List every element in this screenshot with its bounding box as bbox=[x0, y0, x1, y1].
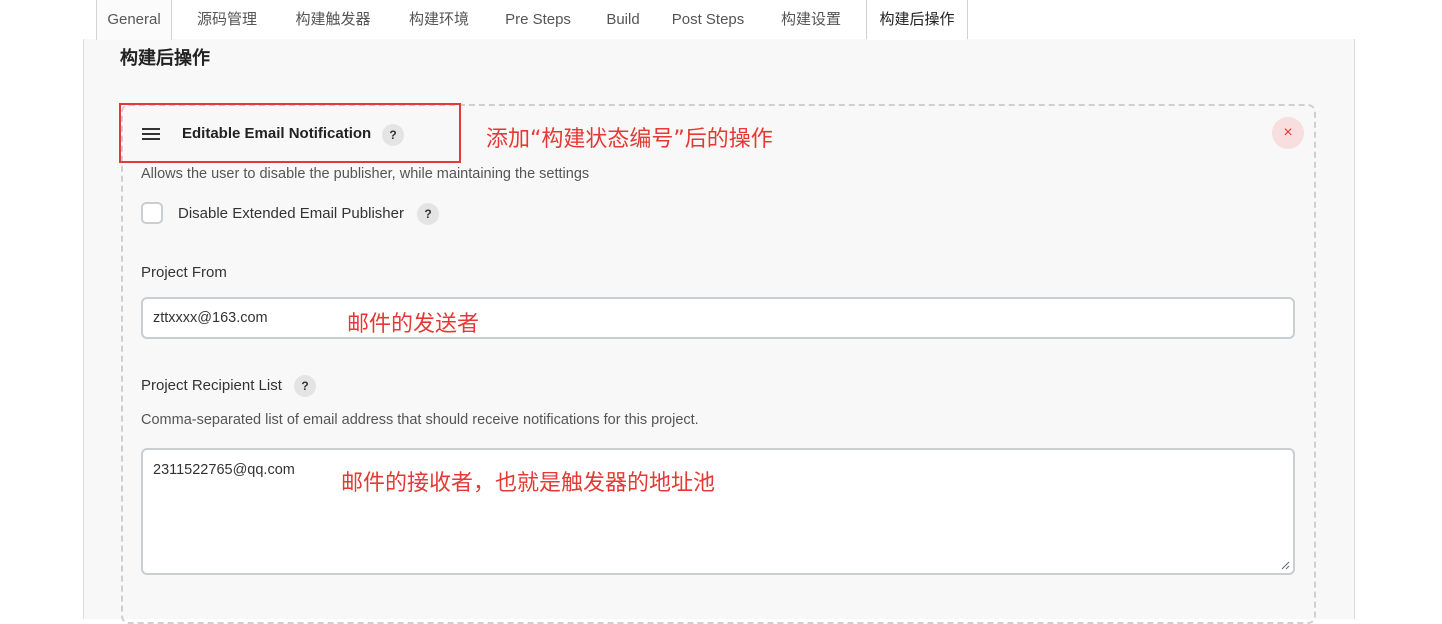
recipient-list-help-icon[interactable]: ? bbox=[294, 375, 316, 397]
tab-build-env[interactable]: 构建环境 bbox=[395, 0, 483, 40]
tab-build[interactable]: Build bbox=[593, 0, 653, 40]
recipient-list-description: Comma-separated list of email address th… bbox=[141, 412, 699, 428]
recipient-list-label: Project Recipient List bbox=[141, 377, 282, 394]
project-from-input[interactable]: zttxxxx@163.com bbox=[141, 297, 1295, 339]
recipient-list-value: 2311522765@qq.com bbox=[153, 462, 295, 478]
resize-handle-icon[interactable] bbox=[1280, 560, 1290, 570]
annotation-sender: 邮件的发送者 bbox=[347, 312, 480, 337]
tab-pre-steps[interactable]: Pre Steps bbox=[495, 0, 581, 40]
card-help-icon[interactable]: ? bbox=[382, 124, 404, 146]
annotation-card: 添加“构建状态编号”后的操作 bbox=[486, 127, 773, 152]
tab-build-triggers[interactable]: 构建触发器 bbox=[283, 0, 383, 40]
disable-publisher-label: Disable Extended Email Publisher bbox=[178, 205, 404, 222]
project-from-value: zttxxxx@163.com bbox=[153, 310, 268, 326]
tab-post-steps[interactable]: Post Steps bbox=[665, 0, 751, 40]
disable-publisher-checkbox[interactable] bbox=[141, 202, 163, 224]
card-description: Allows the user to disable the publisher… bbox=[141, 166, 590, 182]
tab-build-settings[interactable]: 构建设置 bbox=[763, 0, 859, 40]
tab-post-build-actions[interactable]: 构建后操作 bbox=[866, 0, 968, 40]
tab-source-code[interactable]: 源码管理 bbox=[181, 0, 273, 40]
section-title: 构建后操作 bbox=[120, 48, 210, 68]
tab-general[interactable]: General bbox=[96, 0, 172, 40]
project-from-label: Project From bbox=[141, 264, 227, 281]
drag-handle-icon[interactable] bbox=[142, 128, 160, 142]
close-icon[interactable]: × bbox=[1272, 117, 1304, 149]
recipient-list-textarea[interactable]: 2311522765@qq.com bbox=[141, 448, 1295, 575]
annotation-recipients: 邮件的接收者，也就是触发器的地址池 bbox=[341, 471, 716, 496]
card-title: Editable Email Notification bbox=[182, 125, 372, 142]
tab-bar: General 源码管理 构建触发器 构建环境 Pre Steps Build … bbox=[83, 0, 1353, 40]
disable-publisher-help-icon[interactable]: ? bbox=[417, 203, 439, 225]
